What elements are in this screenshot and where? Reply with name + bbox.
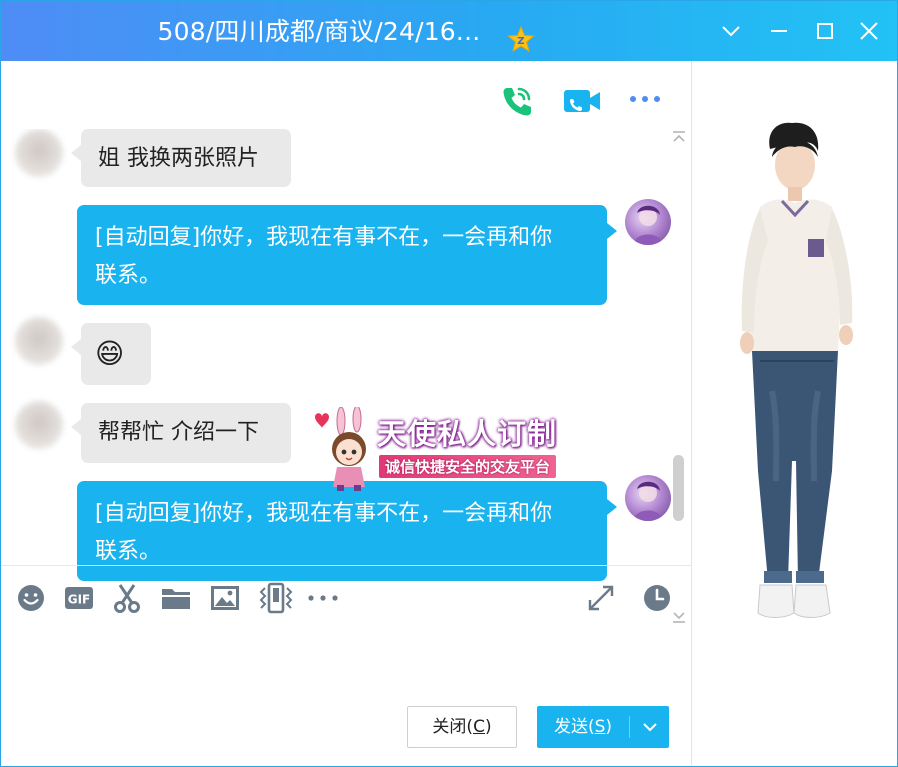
close-button-label: 关闭( bbox=[432, 717, 474, 737]
chat-window: 508/四川成都/商议/24/16... Z 姐 我换两张照片 [自动回复]你好… bbox=[0, 0, 898, 767]
close-button-key: C bbox=[473, 717, 485, 737]
folder-icon[interactable] bbox=[160, 582, 192, 614]
phone-call-icon[interactable] bbox=[497, 81, 537, 121]
video-call-icon[interactable] bbox=[561, 81, 601, 121]
send-button-key: S bbox=[594, 717, 606, 737]
contact-avatar[interactable] bbox=[1, 317, 63, 367]
message-text-line2: 联系。 bbox=[95, 263, 162, 288]
history-clock-icon[interactable] bbox=[641, 582, 673, 614]
more-options-icon[interactable] bbox=[625, 81, 665, 121]
more-tools-icon[interactable] bbox=[307, 582, 339, 614]
send-button-suffix: ) bbox=[605, 717, 613, 737]
ad-title: 天使私人订制 bbox=[377, 417, 558, 451]
send-button-text: 发送(S) bbox=[537, 706, 629, 748]
close-button[interactable]: 关闭(C) bbox=[407, 706, 517, 748]
ad-subtitle: 诚信快捷安全的交友平台 bbox=[379, 455, 557, 478]
chevron-down-icon[interactable] bbox=[715, 15, 747, 47]
message-text-line1: [自动回复]你好，我现在有事不在，一会再和你 bbox=[95, 501, 553, 526]
expand-icon[interactable] bbox=[585, 582, 617, 614]
message-list[interactable]: 姐 我换两张照片 [自动回复]你好，我现在有事不在，一会再和你 联系。 😄 帮帮… bbox=[1, 129, 691, 625]
svg-text:GIF: GIF bbox=[68, 593, 91, 607]
gif-icon[interactable]: GIF bbox=[63, 582, 95, 614]
scrollbar-thumb[interactable] bbox=[673, 455, 684, 521]
chat-pane: 姐 我换两张照片 [自动回复]你好，我现在有事不在，一会再和你 联系。 😄 帮帮… bbox=[1, 61, 691, 766]
chevron-down-icon bbox=[643, 723, 657, 732]
message-bubble-incoming[interactable]: 帮帮忙 介绍一下 bbox=[71, 403, 291, 463]
maximize-icon[interactable] bbox=[809, 15, 841, 47]
ad-mascot-icon bbox=[315, 407, 366, 491]
input-toolbar: GIF bbox=[1, 565, 691, 627]
window-title: 508/四川成都/商议/24/16... bbox=[157, 17, 481, 46]
call-actions bbox=[1, 61, 691, 131]
shake-window-icon[interactable] bbox=[257, 582, 295, 614]
emoji-grin: 😄 bbox=[95, 337, 125, 370]
contact-avatar[interactable] bbox=[1, 129, 63, 179]
send-button-divider bbox=[629, 716, 630, 738]
ad-banner[interactable]: 天使私人订制 诚信快捷安全的交友平台 bbox=[311, 407, 591, 491]
scroll-up-icon[interactable] bbox=[671, 129, 687, 143]
message-text-line1: [自动回复]你好，我现在有事不在，一会再和你 bbox=[95, 225, 553, 250]
contact-avatar[interactable] bbox=[1, 401, 63, 451]
send-button-label: 发送( bbox=[553, 717, 595, 737]
character-figure-image[interactable] bbox=[692, 61, 898, 767]
title-bar[interactable]: 508/四川成都/商议/24/16... Z bbox=[1, 1, 897, 61]
svg-text:Z: Z bbox=[517, 36, 524, 47]
my-avatar[interactable] bbox=[625, 199, 671, 245]
send-button[interactable]: 发送(S) bbox=[537, 706, 669, 748]
image-icon[interactable] bbox=[209, 582, 241, 614]
close-icon[interactable] bbox=[853, 15, 885, 47]
message-bubble-incoming[interactable]: 姐 我换两张照片 bbox=[71, 129, 291, 187]
scissors-icon[interactable] bbox=[111, 582, 143, 614]
contact-show-panel bbox=[691, 61, 898, 767]
message-bubble-outgoing[interactable]: [自动回复]你好，我现在有事不在，一会再和你 联系。 bbox=[77, 205, 617, 305]
message-bubble-incoming[interactable]: 😄 bbox=[71, 323, 151, 385]
title-wrap: 508/四川成都/商议/24/16... Z bbox=[1, 1, 691, 61]
close-button-suffix: ) bbox=[484, 717, 492, 737]
send-options-dropdown[interactable] bbox=[633, 706, 669, 748]
message-text: 姐 我换两张照片 bbox=[98, 146, 259, 171]
my-avatar[interactable] bbox=[625, 475, 671, 521]
message-input[interactable] bbox=[1, 627, 691, 701]
vip-star-icon[interactable]: Z bbox=[506, 16, 535, 53]
minimize-icon[interactable] bbox=[763, 15, 795, 47]
message-text: 帮帮忙 介绍一下 bbox=[98, 420, 259, 445]
emoji-icon[interactable] bbox=[15, 582, 47, 614]
